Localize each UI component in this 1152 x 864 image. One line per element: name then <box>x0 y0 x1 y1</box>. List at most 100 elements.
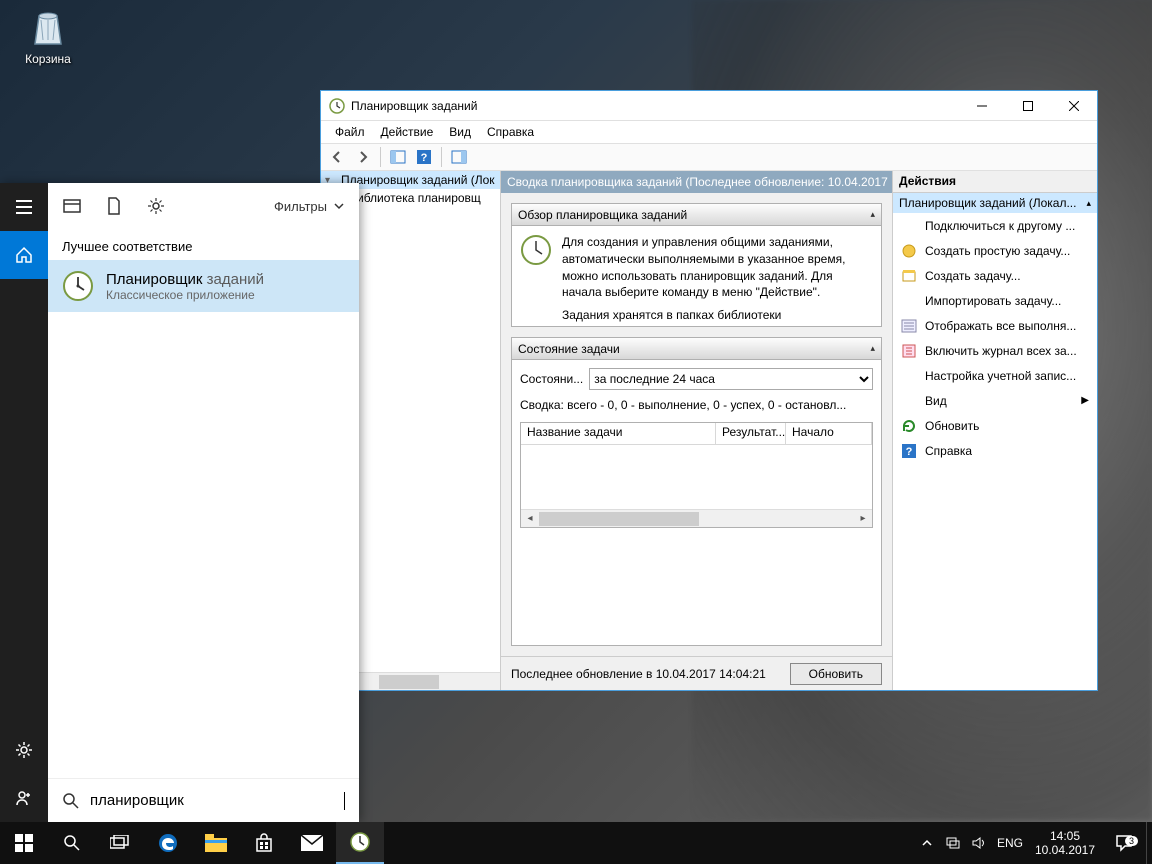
menu-file[interactable]: Файл <box>327 123 373 141</box>
search-button[interactable] <box>48 822 96 864</box>
result-title: Планировщик заданий <box>106 271 264 288</box>
tray-chevron[interactable] <box>914 822 940 864</box>
tray-clock[interactable]: 14:0510.04.2017 <box>1028 829 1102 858</box>
task-table-body <box>521 445 872 509</box>
last-update-text: Последнее обновление в 10.04.2017 14:04:… <box>511 667 780 681</box>
action-view[interactable]: Вид▶ <box>893 388 1097 413</box>
rail-settings[interactable] <box>0 726 48 774</box>
overview-text: Для создания и управления общими задания… <box>562 234 873 301</box>
store-button[interactable] <box>240 822 288 864</box>
svg-text:?: ? <box>906 446 913 458</box>
col-task-name[interactable]: Название задачи <box>521 423 716 445</box>
status-label: Состояни... <box>520 372 583 386</box>
status-header[interactable]: Состояние задачи▴ <box>512 338 881 360</box>
blank-icon <box>901 218 917 234</box>
help-button[interactable]: ? <box>412 145 436 169</box>
taskbar: ENG 14:0510.04.2017 3 <box>0 822 1152 864</box>
status-summary: Сводка: всего - 0, 0 - выполнение, 0 - у… <box>520 398 873 412</box>
action-at-service[interactable]: Настройка учетной запис... <box>893 363 1097 388</box>
result-subtitle: Классическое приложение <box>106 288 264 302</box>
action-connect[interactable]: Подключиться к другому ... <box>893 213 1097 238</box>
settings-icon[interactable] <box>146 196 166 216</box>
history-icon <box>901 343 917 359</box>
toolbar: ? <box>321 143 1097 171</box>
tray-network[interactable] <box>940 822 966 864</box>
clock-icon <box>62 270 94 302</box>
blank-icon <box>901 393 917 409</box>
status-panel: Состояние задачи▴ Состояни... за последн… <box>511 337 882 646</box>
action-import[interactable]: Импортировать задачу... <box>893 288 1097 313</box>
desktop-recycle-bin[interactable]: Корзина <box>10 4 86 66</box>
menu-view[interactable]: Вид <box>441 123 479 141</box>
task-table: Название задачи Результат... Начало ◂▸ <box>520 422 873 528</box>
help-icon: ? <box>901 443 917 459</box>
center-pane: Сводка планировщика заданий (Последнее о… <box>501 171 893 690</box>
search-input[interactable] <box>90 792 334 809</box>
explorer-button[interactable] <box>192 822 240 864</box>
show-hide-tree-button[interactable] <box>386 145 410 169</box>
search-icon <box>62 792 80 810</box>
best-match-header: Лучшее соответствие <box>48 229 359 260</box>
clock-icon <box>329 98 345 114</box>
center-header: Сводка планировщика заданий (Последнее о… <box>501 171 892 193</box>
chevron-down-icon <box>333 200 345 212</box>
col-start[interactable]: Начало <box>786 423 872 445</box>
menu-action[interactable]: Действие <box>373 123 442 141</box>
list-icon <box>901 318 917 334</box>
tray-volume[interactable] <box>966 822 992 864</box>
search-row <box>48 778 359 822</box>
mail-button[interactable] <box>288 822 336 864</box>
action-enable-history[interactable]: Включить журнал всех за... <box>893 338 1097 363</box>
menu-help[interactable]: Справка <box>479 123 542 141</box>
recycle-bin-label: Корзина <box>10 52 86 66</box>
task-scheduler-taskbar[interactable] <box>336 822 384 864</box>
overview-header[interactable]: Обзор планировщика заданий▴ <box>512 204 881 226</box>
back-button[interactable] <box>325 145 349 169</box>
actions-pane: Действия Планировщик заданий (Локал...▴ … <box>893 171 1097 690</box>
minimize-button[interactable] <box>959 91 1005 121</box>
task-table-scrollbar[interactable]: ◂▸ <box>521 509 872 527</box>
blank-icon <box>901 368 917 384</box>
action-help[interactable]: ?Справка <box>893 438 1097 463</box>
start-search-panel: Фильтры Лучшее соответствие Планировщик … <box>0 183 359 822</box>
task-view-button[interactable] <box>96 822 144 864</box>
start-button[interactable] <box>0 822 48 864</box>
action-create-task[interactable]: Создать задачу... <box>893 263 1097 288</box>
filters-dropdown[interactable]: Фильтры <box>274 199 345 214</box>
forward-button[interactable] <box>351 145 375 169</box>
action-refresh[interactable]: Обновить <box>893 413 1097 438</box>
tray-action-center[interactable]: 3 <box>1102 834 1146 852</box>
task-scheduler-window: Планировщик заданий Файл Действие Вид Сп… <box>320 90 1098 691</box>
edge-button[interactable] <box>144 822 192 864</box>
action-create-basic[interactable]: Создать простую задачу... <box>893 238 1097 263</box>
documents-icon[interactable] <box>104 196 124 216</box>
overview-text-2: Задания хранятся в папках библиотеки <box>562 307 873 324</box>
rail-feedback[interactable] <box>0 774 48 822</box>
actions-subheader[interactable]: Планировщик заданий (Локал...▴ <box>893 193 1097 213</box>
svg-text:?: ? <box>421 152 428 164</box>
rail-home[interactable] <box>0 231 48 279</box>
rail-hamburger[interactable] <box>0 183 48 231</box>
recycle-bin-icon <box>25 4 71 50</box>
apps-icon[interactable] <box>62 196 82 216</box>
start-rail <box>0 183 48 822</box>
refresh-button[interactable]: Обновить <box>790 663 882 685</box>
search-result-task-scheduler[interactable]: Планировщик заданий Классическое приложе… <box>48 260 359 312</box>
show-hide-action-button[interactable] <box>447 145 471 169</box>
actions-header: Действия <box>893 171 1097 193</box>
menubar: Файл Действие Вид Справка <box>321 121 1097 143</box>
overview-panel: Обзор планировщика заданий▴ Для создания… <box>511 203 882 327</box>
status-period-select[interactable]: за последние 24 часа <box>589 368 873 390</box>
show-desktop[interactable] <box>1146 822 1152 864</box>
blank-icon <box>901 293 917 309</box>
refresh-icon <box>901 418 917 434</box>
tray-language[interactable]: ENG <box>992 836 1028 850</box>
maximize-button[interactable] <box>1005 91 1051 121</box>
wizard-icon <box>901 243 917 259</box>
col-result[interactable]: Результат... <box>716 423 786 445</box>
titlebar[interactable]: Планировщик заданий <box>321 91 1097 121</box>
window-title: Планировщик заданий <box>351 99 477 113</box>
clock-icon <box>520 234 552 266</box>
action-display-running[interactable]: Отображать все выполня... <box>893 313 1097 338</box>
close-button[interactable] <box>1051 91 1097 121</box>
